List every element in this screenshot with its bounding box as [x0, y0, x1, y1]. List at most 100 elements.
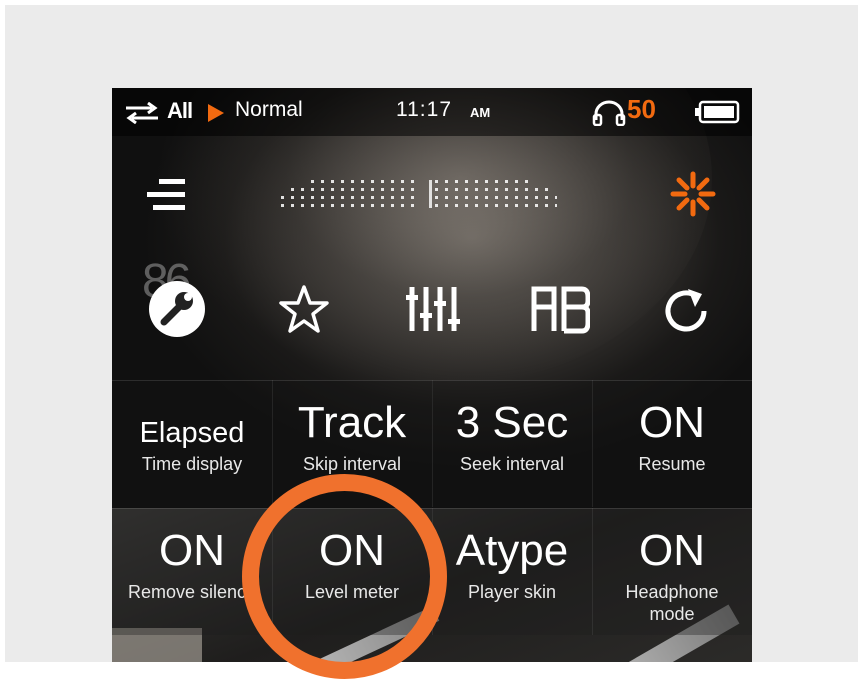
level-dot	[515, 196, 518, 199]
level-dot	[515, 180, 518, 183]
setting-tile-remove-silence[interactable]: ON Remove silence	[112, 508, 273, 635]
setting-tile-skip-interval[interactable]: Track Skip interval	[272, 380, 433, 507]
level-dot	[445, 204, 448, 207]
level-dot	[485, 204, 488, 207]
level-dot	[411, 180, 414, 183]
level-dot	[361, 180, 364, 183]
level-dot	[361, 196, 364, 199]
level-dot	[331, 196, 334, 199]
settings-close-icon[interactable]	[667, 168, 719, 224]
level-dot	[351, 204, 354, 207]
setting-label: Time display	[141, 454, 243, 474]
level-dot	[525, 204, 528, 207]
level-dot	[281, 204, 284, 207]
play-icon	[206, 103, 226, 128]
level-dot	[475, 204, 478, 207]
level-dot	[341, 196, 344, 199]
level-dot	[291, 196, 294, 199]
level-dot	[331, 180, 334, 183]
level-dot	[455, 196, 458, 199]
level-dot	[381, 196, 384, 199]
setting-value: 3 Sec	[455, 398, 569, 447]
level-dot	[445, 188, 448, 191]
level-dot	[475, 196, 478, 199]
level-dot	[475, 180, 478, 183]
setting-tile-player-skin[interactable]: Atype Player skin	[432, 508, 593, 635]
star-icon[interactable]	[278, 283, 330, 339]
wrench-icon[interactable]	[144, 276, 210, 346]
level-dot	[435, 180, 438, 183]
level-dot	[311, 188, 314, 191]
level-dot	[555, 196, 557, 199]
level-dot	[321, 180, 324, 183]
level-dot	[525, 180, 528, 183]
ab-repeat-icon[interactable]	[530, 283, 591, 339]
setting-value: ON	[159, 526, 225, 575]
level-dot	[485, 180, 488, 183]
setting-tile-time-display[interactable]: Elapsed Time display	[112, 380, 273, 507]
level-dot	[381, 188, 384, 191]
level-dot	[411, 204, 414, 207]
setting-value: ON	[319, 526, 385, 575]
setting-value: ON	[639, 398, 705, 447]
level-dot	[465, 180, 468, 183]
setting-tile-headphone-mode[interactable]: ON Headphone mode	[592, 508, 752, 635]
level-dot	[465, 204, 468, 207]
setting-tile-seek-interval[interactable]: 3 Sec Seek interval	[432, 380, 593, 507]
level-dot	[341, 204, 344, 207]
level-dot	[515, 204, 518, 207]
equalizer-icon[interactable]	[404, 283, 460, 339]
volume-level: 50	[627, 94, 656, 124]
level-dot	[351, 180, 354, 183]
level-dot	[391, 188, 394, 191]
setting-label: Player skin	[467, 582, 557, 602]
level-dot	[505, 196, 508, 199]
level-dot	[391, 196, 394, 199]
level-dot	[361, 204, 364, 207]
setting-tile-resume[interactable]: ON Resume	[592, 380, 752, 507]
level-dot	[435, 188, 438, 191]
setting-tile-level-meter[interactable]: ON Level meter	[272, 508, 433, 635]
level-dot	[535, 188, 538, 191]
refresh-icon[interactable]	[658, 283, 714, 343]
setting-label: Skip interval	[302, 454, 402, 474]
play-mode-label: Normal	[235, 98, 303, 121]
level-dot	[411, 196, 414, 199]
level-dot	[475, 188, 478, 191]
repeat-icon[interactable]	[124, 101, 160, 129]
level-dot	[311, 180, 314, 183]
setting-value: Elapsed	[139, 417, 245, 449]
setting-value: Track	[297, 398, 407, 447]
menu-icon[interactable]	[145, 178, 191, 216]
level-dot	[495, 196, 498, 199]
level-dot	[341, 180, 344, 183]
level-dot	[281, 196, 284, 199]
level-dot	[411, 188, 414, 191]
level-dot	[555, 204, 557, 207]
level-dot	[535, 204, 538, 207]
level-dot	[351, 188, 354, 191]
headphone-icon	[592, 100, 626, 131]
device-screen: All Normal 11:17 AM 50 86 Elapsed Time d…	[112, 88, 752, 662]
status-bar: All Normal 11:17 AM 50	[112, 88, 752, 136]
level-dot	[515, 188, 518, 191]
level-dot	[545, 204, 548, 207]
level-dot	[331, 188, 334, 191]
level-dot	[505, 204, 508, 207]
level-dot	[301, 204, 304, 207]
clock-time: 11:17	[396, 98, 452, 121]
level-dot	[455, 204, 458, 207]
level-dot	[311, 204, 314, 207]
level-dot	[381, 204, 384, 207]
level-dot	[301, 188, 304, 191]
level-dot	[321, 196, 324, 199]
level-dot	[495, 204, 498, 207]
level-dot	[495, 188, 498, 191]
level-dot	[391, 180, 394, 183]
level-dot	[371, 188, 374, 191]
level-dot	[495, 180, 498, 183]
level-dot	[465, 188, 468, 191]
level-dot	[455, 180, 458, 183]
level-dot	[321, 204, 324, 207]
level-dot	[465, 196, 468, 199]
